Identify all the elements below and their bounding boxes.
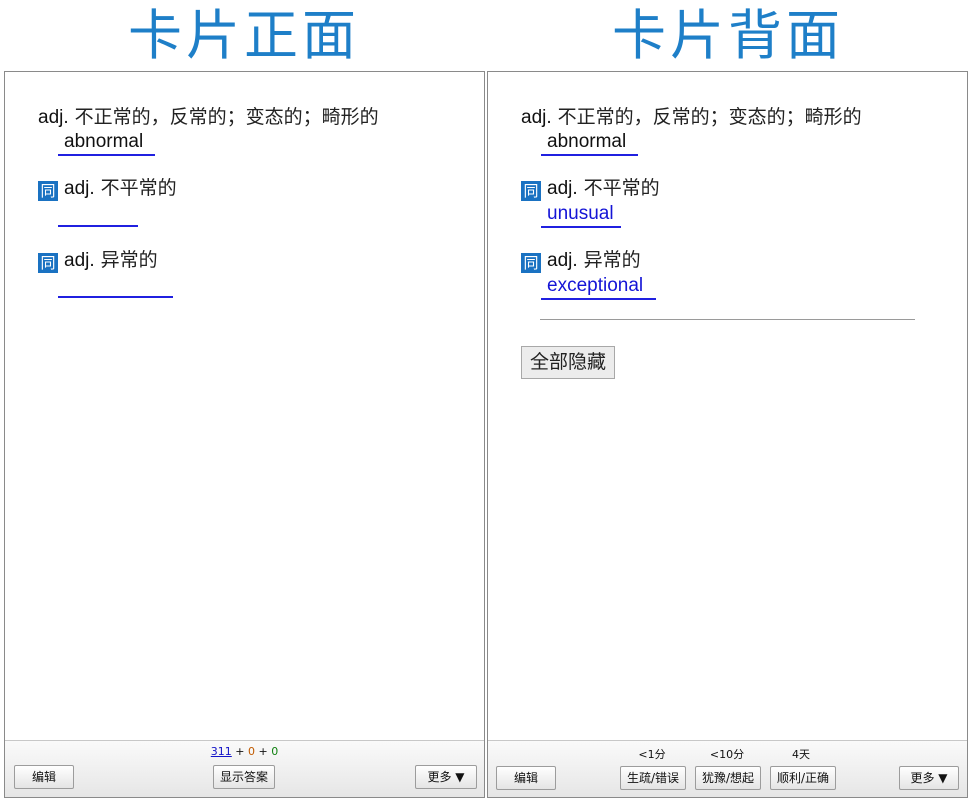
definition-line: adj. 不正常的，反常的；变态的；畸形的 — [521, 105, 862, 130]
interval-good: 4天 — [792, 748, 810, 761]
card-back-content: adj. 不正常的，反常的；变态的；畸形的 abnormal 同 adj. 不平常… — [488, 72, 967, 741]
count-sep: + — [235, 745, 245, 758]
definition-line: adj. 不正常的，反常的；变态的；畸形的 — [38, 105, 379, 130]
hide-all-button[interactable]: 全部隐藏 — [521, 346, 615, 379]
again-button[interactable]: 生疏/错误 — [620, 766, 686, 790]
synonym-meaning: 不平常的 — [94, 177, 177, 199]
word-answer: abnormal — [58, 130, 155, 156]
synonym-answer-1[interactable]: unusual — [541, 202, 621, 228]
edit-button[interactable]: 编辑 — [14, 765, 74, 789]
synonym-blank-2[interactable] — [58, 296, 173, 298]
interval-again: <1分 — [638, 748, 666, 761]
divider — [540, 319, 915, 320]
synonym-line-1: 同 adj. 不平常的 — [521, 176, 660, 201]
synonym-line-2: 同 adj. 异常的 — [521, 248, 641, 273]
synonym-icon: 同 — [38, 181, 58, 201]
synonym-pos: adj. — [64, 250, 95, 271]
synonym-icon: 同 — [521, 253, 541, 273]
synonym-pos: adj. — [547, 250, 578, 271]
definition-pos: adj. — [38, 107, 69, 128]
card-front-panel: adj. 不正常的，反常的；变态的；畸形的 abnormal 同 adj. 不平常… — [4, 71, 485, 798]
synonym-pos: adj. — [64, 178, 95, 199]
learning-count: 0 — [248, 745, 255, 758]
synonym-pos: adj. — [547, 178, 578, 199]
synonym-line-1: 同 adj. 不平常的 — [38, 176, 177, 201]
back-footer: <1分 <10分 4天 编辑 生疏/错误 犹豫/想起 顺利/正确 更多 ▼ — [488, 740, 967, 797]
good-button[interactable]: 顺利/正确 — [770, 766, 836, 790]
back-heading: 卡片背面 — [612, 4, 844, 67]
synonym-icon: 同 — [38, 253, 58, 273]
show-answer-button[interactable]: 显示答案 — [213, 765, 275, 789]
hard-button[interactable]: 犹豫/想起 — [695, 766, 761, 790]
front-heading: 卡片正面 — [128, 4, 360, 67]
word-answer: abnormal — [541, 130, 638, 156]
count-sep: + — [258, 745, 268, 758]
card-back-panel: adj. 不正常的，反常的；变态的；畸形的 abnormal 同 adj. 不平常… — [487, 71, 968, 798]
interval-hard: <10分 — [709, 748, 745, 761]
definition-pos: adj. — [521, 107, 552, 128]
more-button[interactable]: 更多 ▼ — [415, 765, 477, 789]
due-counts: 311 + 0 + 0 — [5, 745, 484, 758]
more-button[interactable]: 更多 ▼ — [899, 766, 959, 790]
edit-button[interactable]: 编辑 — [496, 766, 556, 790]
synonym-meaning: 异常的 — [577, 249, 641, 271]
review-count: 0 — [271, 745, 279, 758]
synonym-meaning: 不平常的 — [577, 177, 660, 199]
new-count[interactable]: 311 — [211, 745, 232, 758]
synonym-icon: 同 — [521, 181, 541, 201]
definition-text: 不正常的，反常的；变态的；畸形的 — [551, 106, 862, 128]
synonym-line-2: 同 adj. 异常的 — [38, 248, 158, 273]
front-footer: 311 + 0 + 0 编辑 显示答案 更多 ▼ — [5, 740, 484, 797]
synonym-meaning: 异常的 — [94, 249, 158, 271]
synonym-answer-2[interactable]: exceptional — [541, 274, 656, 300]
synonym-blank-1[interactable] — [58, 225, 138, 227]
definition-text: 不正常的，反常的；变态的；畸形的 — [68, 106, 379, 128]
card-front-content: adj. 不正常的，反常的；变态的；畸形的 abnormal 同 adj. 不平常… — [5, 72, 484, 741]
